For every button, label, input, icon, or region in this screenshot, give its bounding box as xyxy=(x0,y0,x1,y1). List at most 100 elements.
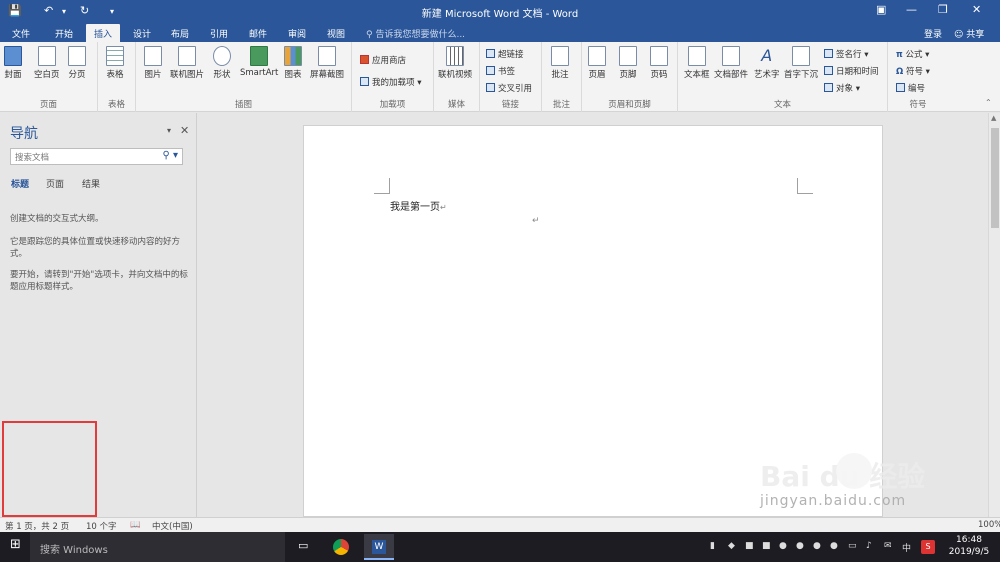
word-count[interactable]: 10 个字 xyxy=(86,520,117,532)
ime-indicator[interactable]: 中 xyxy=(902,541,911,554)
symbol-button[interactable]: Ω 符号 ▾ xyxy=(896,65,930,77)
tray-app-icon-4[interactable]: ■ xyxy=(762,541,771,551)
chrome-icon[interactable] xyxy=(333,539,349,555)
tab-layout[interactable]: 布局 xyxy=(171,27,189,40)
chart-button[interactable]: 图表 xyxy=(284,46,302,80)
hyperlink-icon xyxy=(486,49,495,58)
table-button[interactable]: 表格 xyxy=(106,46,124,80)
nav-tab-results[interactable]: 结果 xyxy=(82,177,100,190)
page-number-button[interactable]: 页码 xyxy=(650,46,668,80)
footer-icon xyxy=(619,46,637,66)
header-button[interactable]: 页眉 xyxy=(588,46,606,80)
proofing-icon[interactable]: 📖 xyxy=(130,520,141,530)
notification-icon[interactable]: ✉ xyxy=(884,541,892,551)
page-break-button[interactable]: 分页 xyxy=(68,46,86,80)
date-time-button[interactable]: 日期和时间 xyxy=(824,65,879,77)
tab-insert[interactable]: 插入 xyxy=(86,24,121,42)
cover-page-button[interactable]: 封面 xyxy=(4,46,22,80)
object-button[interactable]: 对象 ▾ xyxy=(824,82,860,94)
tray-app-icon-1[interactable]: ▮ xyxy=(710,541,715,551)
tray-app-icon-3[interactable]: ■ xyxy=(745,541,754,551)
number-button[interactable]: 编号 xyxy=(896,82,925,94)
group-addins: 应用商店 我的加载项 ▾ 加载项 xyxy=(352,42,434,112)
collapse-ribbon-icon[interactable]: ⌃ xyxy=(985,98,992,107)
footer-button[interactable]: 页脚 xyxy=(619,46,637,80)
tray-app-icon-2[interactable]: ◆ xyxy=(728,541,735,551)
scroll-up-icon[interactable]: ▲ xyxy=(991,114,996,122)
title-bar: 💾 ↶ ▾ ↻ ▾ 新建 Microsoft Word 文档 - Word ▣ … xyxy=(0,0,1000,24)
quick-parts-button[interactable]: 文档部件 xyxy=(714,46,748,80)
text-box-button[interactable]: 文本框 xyxy=(684,46,710,80)
group-illustrations: 图片 联机图片 形状 SmartArt 图表 屏幕截图 插图 xyxy=(136,42,352,112)
sogou-icon[interactable]: S xyxy=(921,540,935,554)
share-button[interactable]: ☺ 共享 xyxy=(954,27,984,40)
close-icon[interactable]: ✕ xyxy=(972,3,981,16)
nav-search-input[interactable]: 搜索文档 ⚲ ▾ xyxy=(10,148,183,165)
cross-reference-button[interactable]: 交叉引用 xyxy=(486,82,532,94)
drop-cap-button[interactable]: 首字下沉 xyxy=(784,46,818,80)
shapes-icon xyxy=(213,46,231,66)
restore-icon[interactable]: ❐ xyxy=(938,3,948,16)
minimize-icon[interactable]: — xyxy=(906,3,917,16)
ribbon-display-options-icon[interactable]: ▣ xyxy=(876,3,886,16)
my-addins-button[interactable]: 我的加载项 ▾ xyxy=(360,76,421,88)
nav-hint-3: 要开始，请转到"开始"选项卡，并向文档中的标题应用标题样式。 xyxy=(10,270,188,292)
smartart-icon xyxy=(250,46,269,66)
nav-close-icon[interactable]: ✕ xyxy=(180,124,189,137)
nav-tab-headings[interactable]: 标题 xyxy=(11,177,29,190)
tab-mailings[interactable]: 邮件 xyxy=(249,27,267,40)
date-time-icon xyxy=(824,66,833,75)
screenshot-button[interactable]: 屏幕截图 xyxy=(310,46,344,80)
tray-app-icon-5[interactable]: ● xyxy=(779,541,787,551)
cross-reference-icon xyxy=(486,83,495,92)
pictures-button[interactable]: 图片 xyxy=(144,46,162,80)
tab-references[interactable]: 引用 xyxy=(210,27,228,40)
system-clock[interactable]: 16:48 2019/9/5 xyxy=(944,534,994,558)
task-view-icon[interactable]: ▭ xyxy=(298,539,308,552)
tell-me-search[interactable]: ⚲ 告诉我您想要做什么... xyxy=(366,27,465,40)
tab-file[interactable]: 文件 xyxy=(12,27,30,40)
blank-page-button[interactable]: 空白页 xyxy=(34,46,60,80)
wordart-icon: A xyxy=(761,46,773,65)
equation-button[interactable]: π 公式 ▾ xyxy=(896,48,929,60)
comment-button[interactable]: 批注 xyxy=(551,46,569,80)
tray-app-icon-7[interactable]: ● xyxy=(830,541,838,551)
wechat-icon[interactable]: ● xyxy=(796,541,804,551)
windows-start-icon[interactable]: ⊞ xyxy=(10,537,21,552)
login-link[interactable]: 登录 xyxy=(924,27,942,40)
document-text-line[interactable]: 我是第一页↵ xyxy=(390,198,447,213)
volume-icon[interactable]: ♪ xyxy=(866,541,872,551)
online-video-button[interactable]: 联机视频 xyxy=(438,46,472,80)
signature-line-icon xyxy=(824,49,833,58)
wordart-button[interactable]: A 艺术字 xyxy=(754,46,780,80)
word-taskbar-icon[interactable]: W xyxy=(364,534,394,560)
nav-options-icon[interactable]: ▾ xyxy=(167,126,171,135)
tab-review[interactable]: 审阅 xyxy=(288,27,306,40)
signature-line-button[interactable]: 签名行 ▾ xyxy=(824,48,868,60)
shapes-button[interactable]: 形状 xyxy=(213,46,231,80)
group-label-illustrations: 插图 xyxy=(234,100,252,110)
store-button[interactable]: 应用商店 xyxy=(360,54,406,66)
table-icon xyxy=(106,46,124,66)
taskbar-search[interactable]: 搜索 Windows xyxy=(30,532,285,562)
online-pictures-button[interactable]: 联机图片 xyxy=(170,46,204,80)
crop-mark-top-right xyxy=(797,178,813,194)
page-break-icon xyxy=(68,46,86,66)
nav-tab-pages[interactable]: 页面 xyxy=(46,177,64,190)
search-icon[interactable]: ⚲ ▾ xyxy=(162,150,178,161)
watermark: Bai du 经验 jingyan.baidu.com xyxy=(760,453,992,525)
online-picture-icon xyxy=(178,46,196,66)
smartart-button[interactable]: SmartArt xyxy=(240,46,278,78)
pi-icon: π xyxy=(896,50,903,60)
comment-icon xyxy=(551,46,569,66)
network-icon[interactable]: ▭ xyxy=(848,541,857,551)
tab-design[interactable]: 设计 xyxy=(133,27,151,40)
scrollbar-thumb[interactable] xyxy=(991,128,999,228)
hyperlink-button[interactable]: 超链接 xyxy=(486,48,524,60)
tab-view[interactable]: 视图 xyxy=(327,27,345,40)
tray-app-icon-6[interactable]: ● xyxy=(813,541,821,551)
page-count[interactable]: 第 1 页，共 2 页 xyxy=(5,520,69,532)
tab-home[interactable]: 开始 xyxy=(55,27,73,40)
language-status[interactable]: 中文(中国) xyxy=(152,520,193,532)
bookmark-button[interactable]: 书签 xyxy=(486,65,515,77)
